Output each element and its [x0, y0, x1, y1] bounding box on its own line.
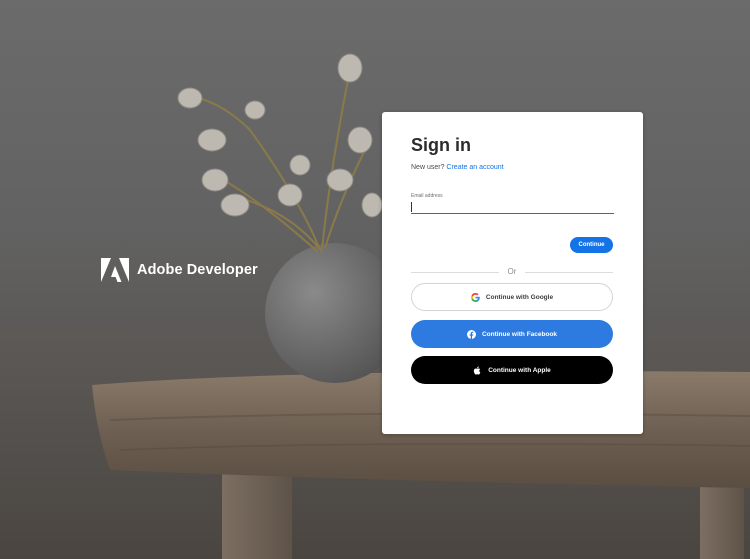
google-icon — [470, 292, 480, 302]
dried-flower-stems — [184, 69, 366, 253]
page-title: Sign in — [411, 135, 471, 155]
signin-card: Sign in New user? Create an account Emai… — [382, 112, 643, 434]
continue-with-google-button[interactable]: Continue with Google — [411, 283, 613, 311]
email-field[interactable] — [411, 201, 614, 214]
apple-icon — [474, 366, 481, 375]
new-user-prompt: New user? Create an account — [411, 164, 504, 171]
or-divider: Or — [411, 267, 613, 277]
email-label: Email address — [411, 193, 443, 199]
google-label: Continue with Google — [485, 293, 554, 301]
create-account-link[interactable]: Create an account — [446, 164, 503, 171]
brand-name: Adobe Developer — [137, 262, 258, 278]
facebook-icon — [466, 329, 476, 339]
brand-lockup: Adobe Developer — [101, 258, 258, 282]
adobe-logo-icon — [101, 258, 129, 282]
continue-button[interactable]: Continue — [570, 237, 613, 253]
signin-page: Adobe Developer Sign in New user? Create… — [0, 0, 750, 559]
seed-pods — [177, 53, 383, 218]
divider-line — [525, 272, 613, 273]
text-caret — [411, 202, 412, 212]
apple-label: Continue with Apple — [488, 366, 551, 374]
continue-with-facebook-button[interactable]: Continue with Facebook — [411, 320, 613, 348]
new-user-text: New user? — [411, 164, 445, 171]
facebook-label: Continue with Facebook — [481, 330, 558, 338]
continue-with-apple-button[interactable]: Continue with Apple — [411, 356, 613, 384]
table-leg — [222, 470, 292, 559]
